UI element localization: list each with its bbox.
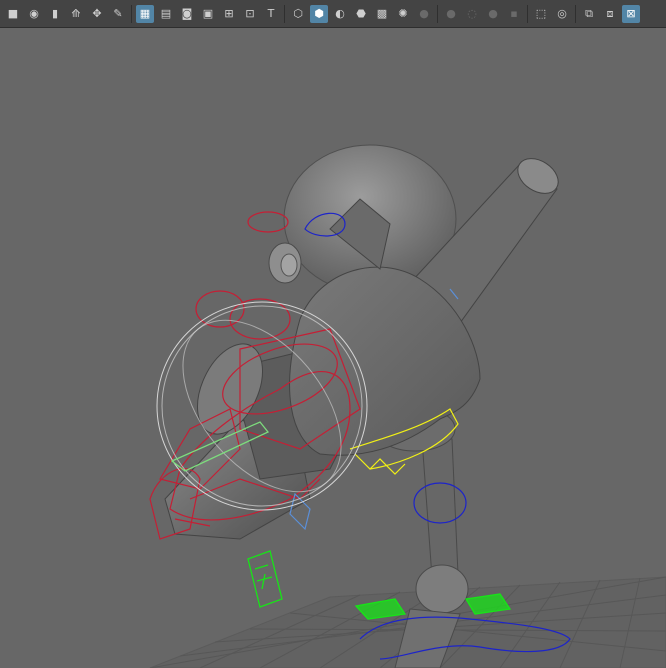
grid-button[interactable]: ▦ [136, 4, 154, 23]
depth-of-field-button[interactable]: ▪ [505, 5, 523, 23]
film-gate-button[interactable]: ▤ [157, 5, 175, 23]
toolbar-separator [131, 4, 132, 23]
pan-zoom-icon: ✥ [92, 7, 102, 20]
isolate-select-button[interactable]: ⬚ [532, 5, 550, 23]
camera-button[interactable]: ■ [4, 5, 22, 23]
scene-canvas[interactable] [0, 29, 666, 668]
isolate-select-icon: ⬚ [535, 7, 547, 20]
field-chart-button[interactable]: ⊞ [220, 5, 238, 23]
backface-culling-button[interactable]: ⊠ [622, 4, 640, 23]
wireframe-on-shaded-button[interactable]: ⬣ [352, 5, 370, 23]
toolbar-separator [437, 4, 438, 23]
viewport-toolbar: ■ ◉ ▮ ⟰ ✥ ✎ ▦ ▤ ◙ ▣ ⊞ ⊡ T ⬡ ⬢ ◐ ⬣ ▩ ✺ ● ● ◌ ● ▪ ⬚ ◎ ⧉ ⧈ ⊠ [0, 0, 666, 28]
image-plane-icon: ⟰ [71, 7, 81, 20]
shadows-button[interactable]: ● [415, 5, 433, 23]
viewport-3d[interactable] [0, 29, 666, 668]
use-all-lights-icon: ✺ [398, 7, 408, 20]
image-plane-button[interactable]: ⟰ [67, 5, 85, 23]
wireframe-button[interactable]: ⬡ [289, 5, 307, 23]
toolbar-separator [527, 4, 528, 23]
gate-mask-icon: ▣ [202, 7, 214, 20]
safe-action-icon: ⊡ [245, 7, 255, 20]
field-chart-icon: ⊞ [224, 7, 234, 20]
wireframe-on-shaded-icon: ⬣ [356, 7, 366, 20]
use-default-material-button[interactable]: ◐ [331, 5, 349, 23]
character-eye [268, 242, 302, 284]
toolbar-separator [284, 4, 285, 23]
xray-button[interactable]: ◎ [553, 5, 571, 23]
camera-attributes-button[interactable]: ◉ [25, 5, 43, 23]
camera-attributes-icon: ◉ [29, 7, 39, 20]
gate-mask-button[interactable]: ▣ [199, 5, 217, 23]
multisample-aa-button[interactable]: ● [484, 5, 502, 23]
xray-icon: ◎ [557, 7, 567, 20]
resolution-gate-button[interactable]: ◙ [178, 5, 196, 23]
safe-title-button[interactable]: T [262, 5, 280, 23]
grid-icon: ▦ [139, 7, 151, 20]
grease-pencil-icon: ✎ [113, 7, 123, 20]
smooth-shade-button[interactable]: ⬢ [310, 4, 328, 23]
shadows-icon: ● [419, 7, 429, 20]
screen-space-ao-button[interactable]: ● [442, 5, 460, 23]
xray-active-components-button[interactable]: ⧉ [580, 5, 598, 23]
xray-joints-icon: ⧈ [606, 7, 614, 20]
safe-action-button[interactable]: ⊡ [241, 5, 259, 23]
camera-icon: ■ [7, 7, 19, 20]
use-all-lights-button[interactable]: ✺ [394, 5, 412, 23]
bookmark-icon: ▮ [51, 7, 59, 20]
motion-blur-icon: ◌ [467, 7, 477, 20]
backface-culling-icon: ⊠ [626, 7, 636, 20]
xray-joints-button[interactable]: ⧈ [601, 5, 619, 23]
grease-pencil-button[interactable]: ✎ [109, 5, 127, 23]
screen-space-ao-icon: ● [446, 7, 456, 20]
depth-of-field-icon: ▪ [510, 7, 518, 20]
resolution-gate-icon: ◙ [181, 7, 193, 20]
toolbar-separator [575, 4, 576, 23]
use-default-material-icon: ◐ [335, 7, 345, 20]
multisample-aa-icon: ● [488, 7, 498, 20]
textured-icon: ▩ [376, 7, 388, 20]
smooth-shade-icon: ⬢ [314, 7, 324, 20]
film-gate-icon: ▤ [160, 7, 172, 20]
bookmark-button[interactable]: ▮ [46, 5, 64, 23]
textured-button[interactable]: ▩ [373, 5, 391, 23]
wireframe-icon: ⬡ [293, 7, 303, 20]
pan-zoom-button[interactable]: ✥ [88, 5, 106, 23]
safe-title-icon: T [267, 7, 275, 20]
motion-blur-button[interactable]: ◌ [463, 5, 481, 23]
xray-active-components-icon: ⧉ [585, 7, 593, 20]
